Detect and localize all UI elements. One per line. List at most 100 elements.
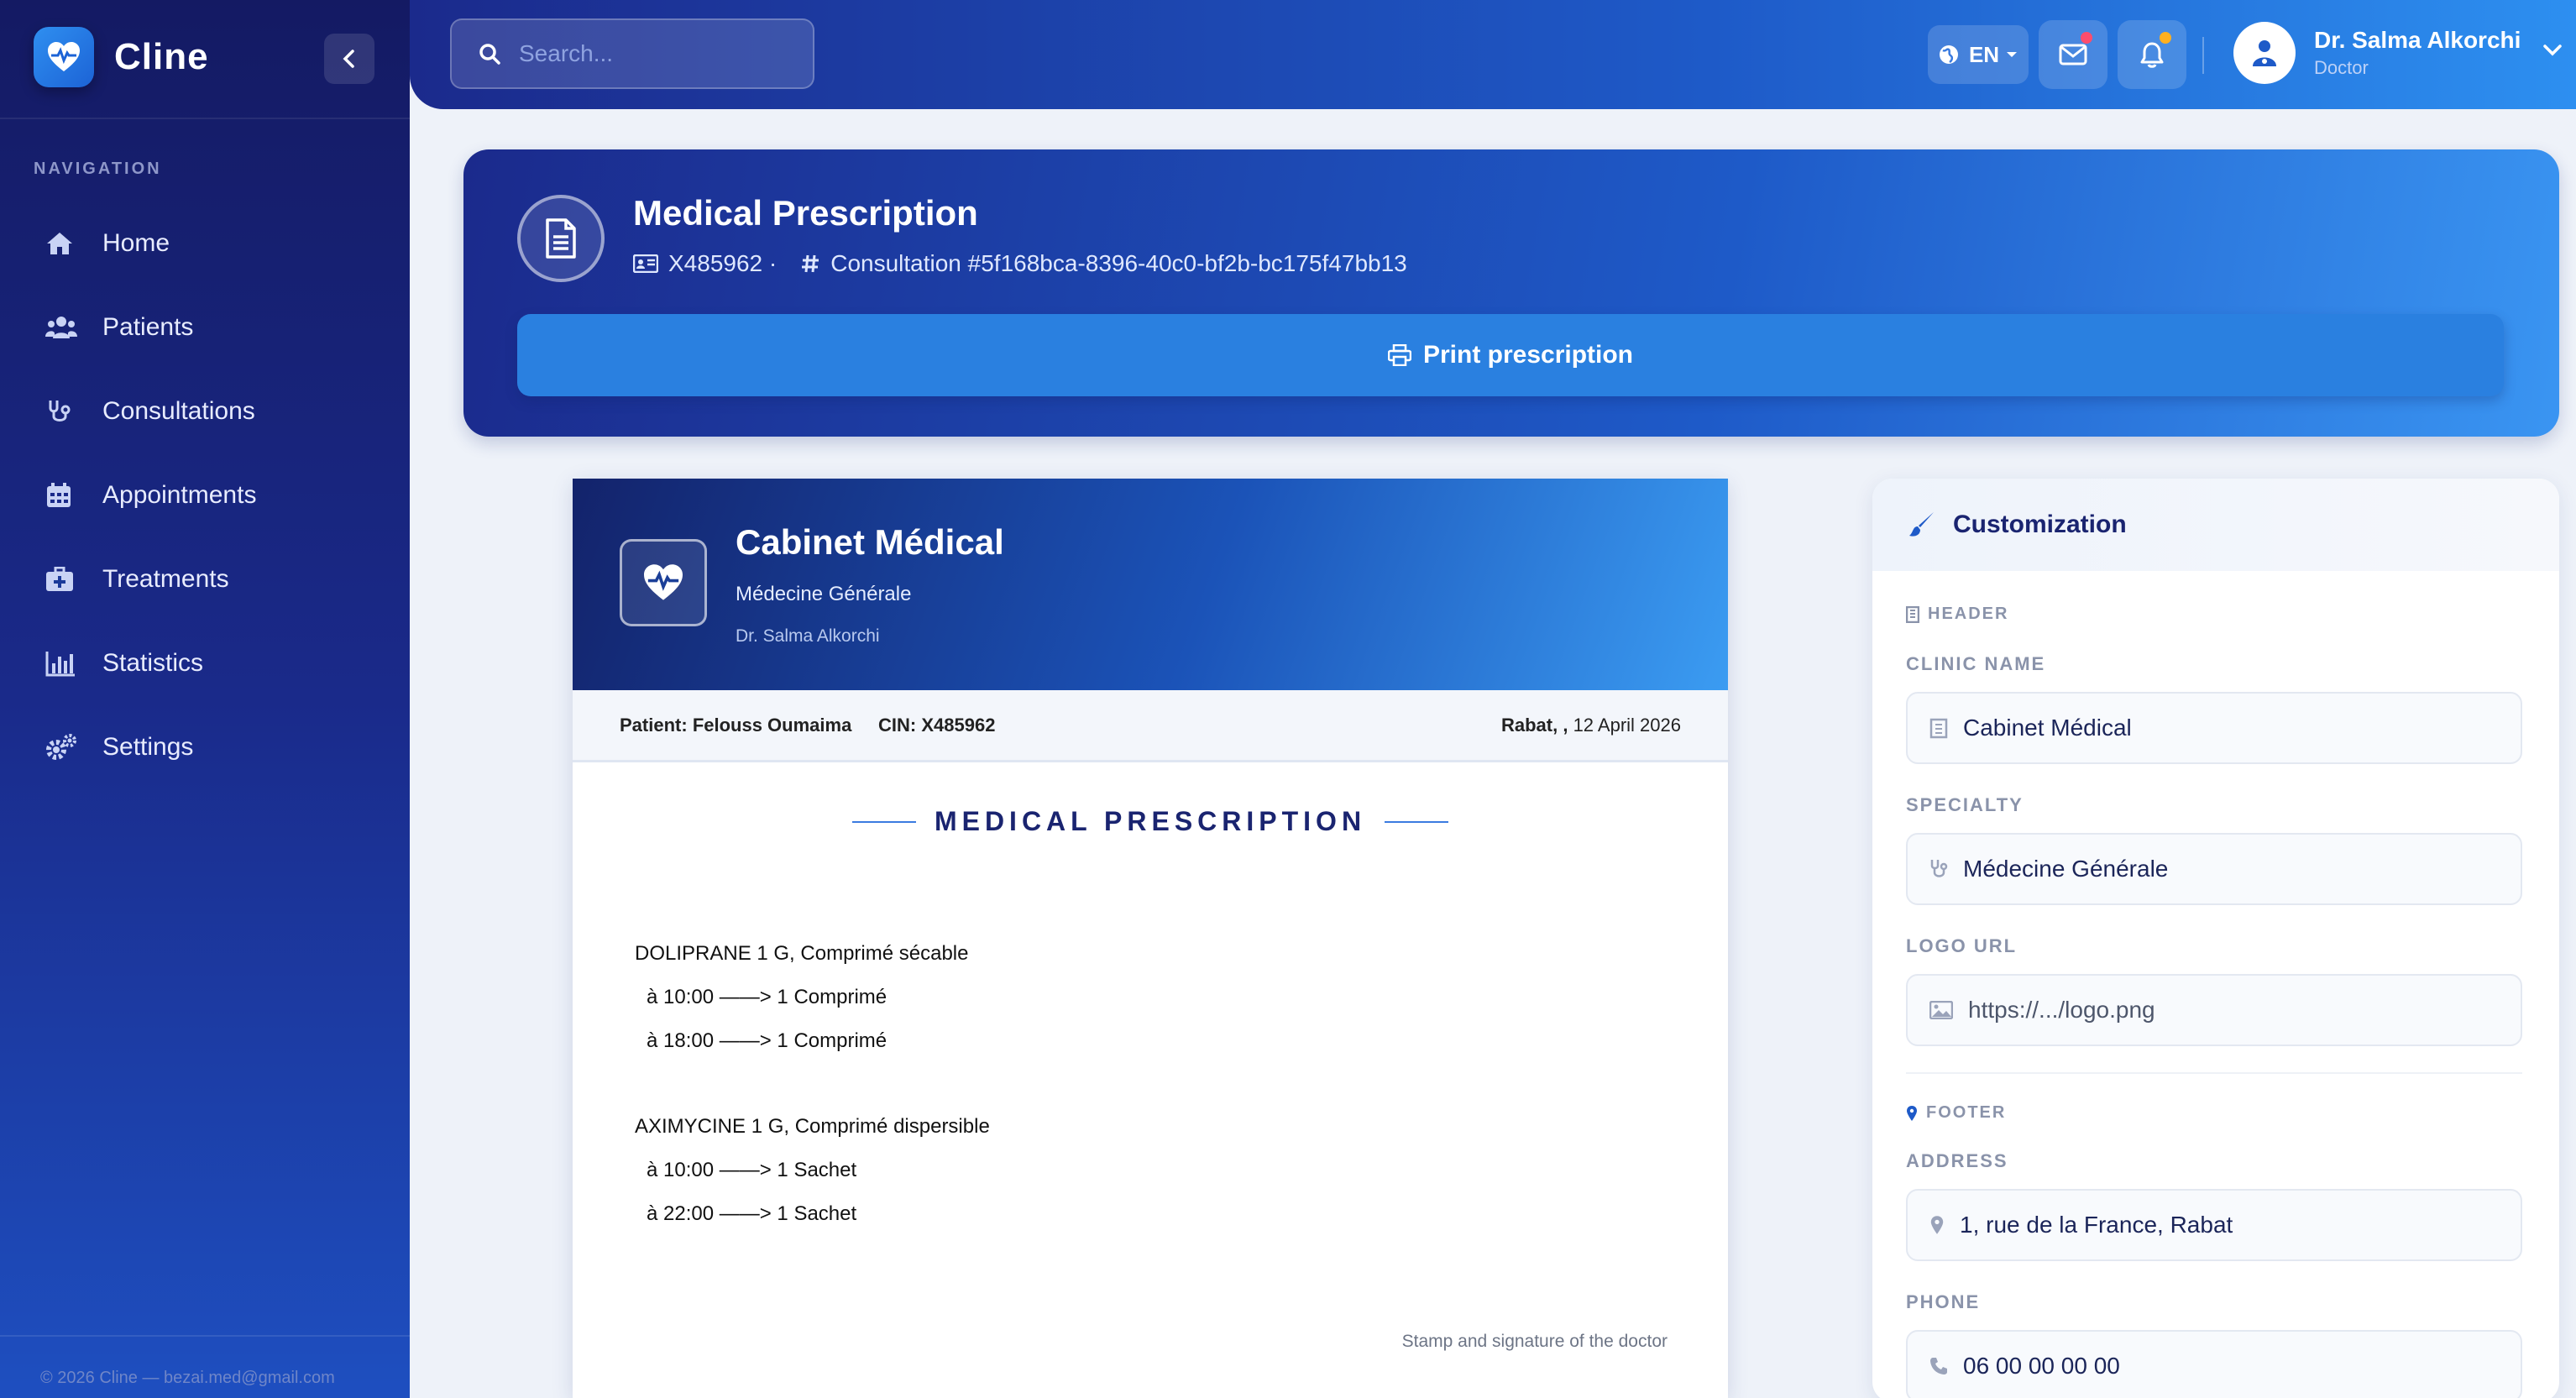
phone-icon [1930, 1358, 1947, 1374]
location-date: Rabat, , 12 April 2026 [1501, 715, 1681, 736]
sidebar-item-label: Home [102, 229, 170, 257]
address-value: 1, rue de la France, Rabat [1960, 1212, 2233, 1238]
sidebar-item-patients[interactable]: Patients [34, 285, 386, 369]
sidebar-item-home[interactable]: Home [34, 202, 386, 285]
search-input[interactable] [519, 40, 804, 67]
calendar-icon [34, 482, 94, 509]
logo-url-placeholder: https://.../logo.png [1968, 997, 2155, 1023]
customization-title: Customization [1953, 511, 2127, 538]
medication-item: AXIMYCINE 1 G, Comprimé dispersible à 10… [635, 1105, 990, 1236]
dose-line: à 22:00 ——> 1 Sachet [647, 1202, 857, 1225]
home-icon [34, 231, 94, 256]
printer-icon [1387, 344, 1411, 366]
patient-info-bar: Patient: Felouss Oumaima CIN: X485962 Ra… [573, 690, 1728, 762]
medication-name: AXIMYCINE 1 G, Comprimé dispersible [635, 1115, 990, 1138]
image-icon [1929, 1001, 1953, 1019]
patient-id: X485962 · [668, 250, 778, 276]
sidebar-item-label: Settings [102, 733, 194, 761]
prescription-meta: X485962 · Consultation #5f168bca-8396-40… [633, 250, 1407, 277]
doctor-name: Dr. Salma Alkorchi [736, 626, 880, 646]
notifications-button[interactable] [2118, 20, 2186, 89]
hashtag-icon [800, 254, 820, 274]
clinic-name: Cabinet Médical [736, 522, 1004, 562]
specialty-input[interactable]: Médecine Générale [1906, 833, 2522, 905]
patient-label: Patient: [620, 714, 688, 736]
cin-value: X485962 [921, 714, 996, 736]
stamp-signature-label: Stamp and signature of the doctor [1401, 1332, 1668, 1351]
user-role: Doctor [2314, 57, 2369, 78]
phone-label: PHONE [1906, 1291, 1981, 1312]
globe-icon [1939, 45, 1958, 64]
language-selector[interactable]: EN [1928, 25, 2029, 84]
address-label: ADDRESS [1906, 1150, 2008, 1171]
clinic-building-icon [1929, 718, 1948, 739]
mail-icon [2059, 44, 2087, 65]
customization-header: Customization [1872, 479, 2559, 571]
nav-section-title: NAVIGATION [34, 160, 162, 178]
section-divider [1906, 1072, 2522, 1074]
stethoscope-icon [34, 398, 94, 425]
title-rule-right [1385, 820, 1449, 823]
specialty-label: SPECIALTY [1906, 794, 2024, 815]
doctor-avatar-icon [2233, 22, 2296, 84]
topbar-separator [2202, 37, 2204, 74]
cin-label: CIN: [878, 714, 917, 736]
sidebar-item-label: Consultations [102, 397, 255, 425]
brand-name: Cline [114, 36, 209, 77]
date: 12 April 2026 [1573, 714, 1681, 736]
brand[interactable]: Cline [34, 27, 209, 87]
chevron-down-icon[interactable] [2542, 44, 2563, 57]
print-button-label: Print prescription [1422, 341, 1634, 369]
medication-list: DOLIPRANE 1 G, Comprimé sécable à 10:00 … [635, 932, 990, 1278]
address-input[interactable]: 1, rue de la France, Rabat [1906, 1189, 2522, 1261]
footer-section-title: FOOTER [1906, 1103, 2006, 1123]
specialty-value: Médecine Générale [1963, 856, 2169, 882]
topbar: EN Dr. Salma Alkorchi Doctor [410, 0, 2576, 109]
title-rule-left [851, 820, 916, 823]
sidebar-item-consultations[interactable]: Consultations [34, 369, 386, 453]
sidebar-divider [0, 118, 410, 119]
search-icon [479, 44, 500, 65]
medication-name: DOLIPRANE 1 G, Comprimé sécable [635, 942, 969, 965]
prescription-document: Cabinet Médical Médecine Générale Dr. Sa… [573, 479, 1728, 1398]
language-label: EN [1968, 41, 2000, 67]
header-section-title: HEADER [1906, 605, 2008, 624]
clinic-name-value: Cabinet Médical [1963, 715, 2132, 741]
paint-brush-icon [1909, 512, 1934, 537]
clinic-name-input[interactable]: Cabinet Médical [1906, 692, 2522, 764]
document-header: Cabinet Médical Médecine Générale Dr. Sa… [573, 479, 1728, 690]
collapse-sidebar-button[interactable] [324, 34, 374, 84]
bell-icon [2140, 42, 2164, 68]
sidebar-item-appointments[interactable]: Appointments [34, 453, 386, 537]
sidebar-item-statistics[interactable]: Statistics [34, 621, 386, 705]
nav-list: Home Patients Consultations Appointments… [34, 202, 386, 789]
user-menu[interactable]: Dr. Salma Alkorchi Doctor [2233, 22, 2521, 84]
prescription-title: MEDICAL PRESCRIPTION [934, 806, 1367, 836]
clinic-heart-logo-icon [620, 539, 707, 626]
sidebar-item-label: Patients [102, 313, 194, 341]
sidebar-item-treatments[interactable]: Treatments [34, 537, 386, 621]
map-pin-icon [1930, 1216, 1944, 1234]
search-box[interactable] [450, 18, 814, 89]
page-title: Medical Prescription [633, 193, 978, 233]
sidebar-item-label: Statistics [102, 649, 204, 677]
sidebar-item-label: Appointments [102, 481, 257, 509]
dose-line: à 18:00 ——> 1 Comprimé [647, 1029, 887, 1052]
cin-field: CIN: X485962 [878, 715, 995, 736]
prescription-header-card: Medical Prescription X485962 · Consultat… [463, 149, 2559, 437]
consultation-id: Consultation #5f168bca-8396-40c0-bf2b-bc… [830, 250, 1407, 276]
sidebar: Cline NAVIGATION Home Patients Consultat… [0, 0, 410, 1398]
chevron-left-icon [343, 50, 354, 68]
gears-icon [34, 733, 94, 762]
sidebar-item-settings[interactable]: Settings [34, 705, 386, 789]
sidebar-footer-divider [0, 1335, 410, 1337]
logo-url-input[interactable]: https://.../logo.png [1906, 974, 2522, 1046]
building-icon [1906, 605, 1919, 623]
bell-notification-dot [2160, 32, 2171, 44]
messages-button[interactable] [2039, 20, 2107, 89]
medkit-icon [34, 567, 94, 592]
print-prescription-button[interactable]: Print prescription [517, 314, 2504, 396]
phone-input[interactable]: 06 00 00 00 00 [1906, 1330, 2522, 1398]
heart-pulse-icon [34, 27, 94, 87]
user-name: Dr. Salma Alkorchi [2314, 27, 2521, 53]
